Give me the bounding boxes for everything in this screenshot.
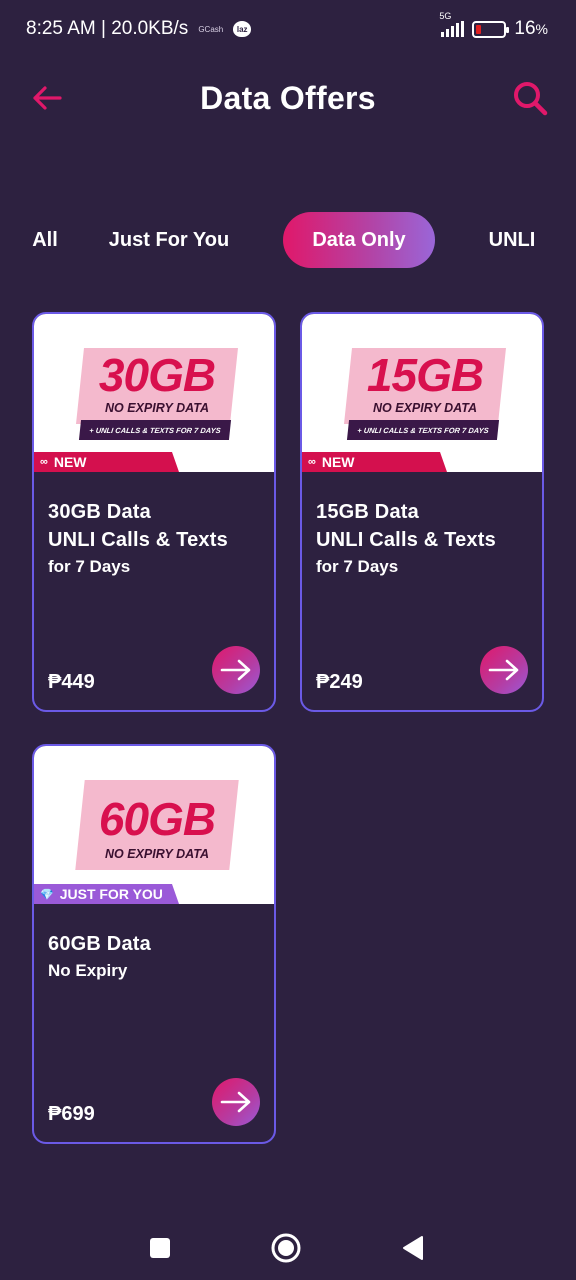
page-title: Data Offers [200,79,376,116]
badge-label: JUST FOR YOU [59,886,163,902]
offer-validity: for 7 Days [316,557,399,576]
app-header: Data Offers [0,62,576,134]
badge-new: ∞ NEW [302,452,447,472]
offer-title: 30GB Data [48,501,151,523]
triangle-back-icon [403,1236,423,1260]
status-bar: 8:25 AM | 20.0KB/s GCash laz 5G 16% [0,0,576,58]
back-button[interactable] [28,80,66,116]
offer-details: 15GB Data UNLI Calls & Texts for 7 Days [316,498,528,580]
status-left: 8:25 AM | 20.0KB/s GCash laz [26,18,252,40]
battery-percent: 16% [514,18,548,39]
signal-icon: 5G [439,11,465,37]
offer-banner: 15GB NO EXPIRY DATA + UNLI CALLS & TEXTS… [302,314,542,472]
infinity-icon: ∞ [40,456,48,468]
offer-go-button[interactable] [212,1078,260,1126]
offer-price: ₱449 [48,671,95,693]
promo-subtitle: NO EXPIRY DATA [105,401,209,415]
promo-graphic: 60GB NO EXPIRY DATA [75,780,239,872]
battery-icon [472,20,510,38]
system-nav-bar [0,1210,576,1280]
badge-new: ∞ NEW [34,452,179,472]
offer-subtitle: UNLI Calls & Texts [48,529,228,551]
arrow-left-icon [33,86,62,110]
search-button[interactable] [510,78,550,118]
promo-subtitle: NO EXPIRY DATA [373,401,477,415]
lazada-icon: laz [233,21,252,37]
offer-card-30gb[interactable]: 30GB NO EXPIRY DATA + UNLI CALLS & TEXTS… [32,312,276,712]
offer-price: ₱249 [316,671,363,693]
tab-data-only[interactable]: Data Only [283,212,435,268]
status-right: 5G 16% [439,11,548,40]
offer-subtitle: No Expiry [48,961,128,980]
promo-ribbon: + UNLI CALLS & TEXTS FOR 7 DAYS [346,420,500,440]
badge-label: NEW [53,454,87,470]
tab-all[interactable]: All [20,212,70,268]
recent-apps-button[interactable] [142,1230,178,1266]
category-tabs: All Just For You Data Only UNLI [0,212,576,270]
offer-card-15gb[interactable]: 15GB NO EXPIRY DATA + UNLI CALLS & TEXTS… [300,312,544,712]
badge-just-for-you: 💎 JUST FOR YOU [34,884,179,904]
promo-graphic: 15GB NO EXPIRY DATA + UNLI CALLS & TEXTS… [344,348,506,440]
arrow-right-icon [488,659,519,681]
offer-price: ₱699 [48,1103,95,1125]
promo-graphic: 30GB NO EXPIRY DATA + UNLI CALLS & TEXTS… [76,348,238,440]
offer-title: 60GB Data [48,933,151,955]
offer-go-button[interactable] [480,646,528,694]
network-type: 5G [439,11,452,21]
offer-go-button[interactable] [212,646,260,694]
offer-banner: 60GB NO EXPIRY DATA 💎 JUST FOR YOU [34,746,274,904]
badge-label: NEW [321,454,355,470]
promo-gb: 30GB [98,349,216,401]
arrow-right-icon [220,659,251,681]
offer-banner: 30GB NO EXPIRY DATA + UNLI CALLS & TEXTS… [34,314,274,472]
offer-details: 30GB Data UNLI Calls & Texts for 7 Days [48,498,260,580]
tab-just-for-you[interactable]: Just For You [98,212,240,268]
offer-validity: for 7 Days [48,557,131,576]
gcash-icon: GCash [198,24,224,34]
promo-gb: 60GB [98,793,216,845]
square-icon [150,1238,170,1258]
battery-level [476,24,482,34]
offer-details: 60GB Data No Expiry [48,930,260,984]
promo-ribbon: + UNLI CALLS & TEXTS FOR 7 DAYS [78,420,232,440]
infinity-icon: ∞ [308,456,316,468]
offer-subtitle: UNLI Calls & Texts [316,529,496,551]
promo-subtitle: NO EXPIRY DATA [105,847,209,861]
promo-gb: 15GB [366,349,484,401]
tab-unli[interactable]: UNLI [478,212,546,268]
diamond-icon: 💎 [40,888,54,901]
arrow-right-icon [220,1091,251,1113]
offer-card-60gb[interactable]: 60GB NO EXPIRY DATA 💎 JUST FOR YOU 60GB … [32,744,276,1144]
home-button[interactable] [268,1230,304,1266]
system-back-button[interactable] [394,1230,430,1266]
circle-icon [271,1233,301,1263]
search-icon [514,82,548,116]
offer-title: 15GB Data [316,501,419,523]
status-time: 8:25 AM | 20.0KB/s [26,18,189,39]
